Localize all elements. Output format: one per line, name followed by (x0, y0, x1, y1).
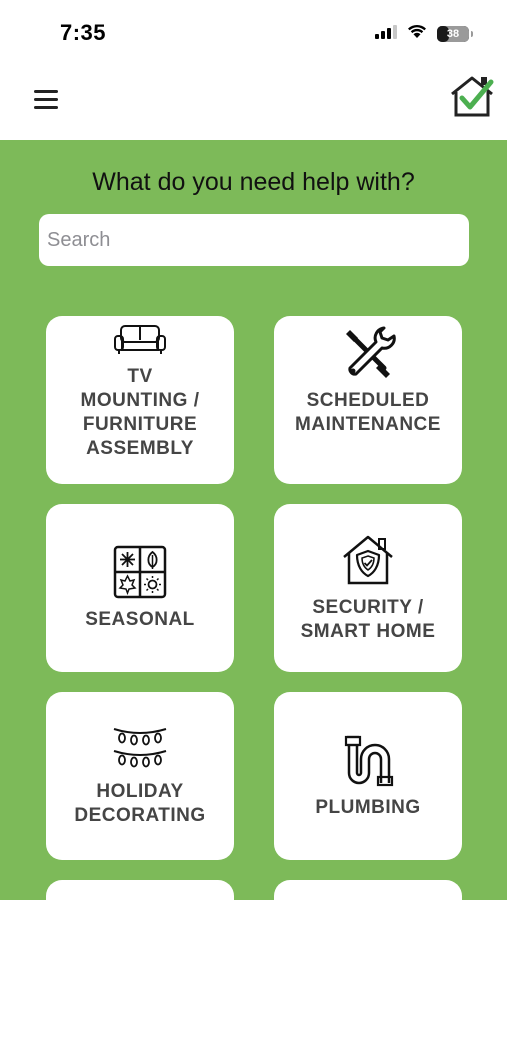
battery-icon: 38 (437, 26, 469, 42)
pipe-icon (341, 733, 395, 792)
category-tile-plumbing[interactable]: PLUMBING (274, 692, 462, 860)
category-tile-seasonal[interactable]: SEASONAL (46, 504, 234, 672)
status-icons: 38 (375, 24, 473, 44)
seasons-grid-icon (113, 545, 167, 604)
hamburger-menu-icon[interactable] (34, 90, 58, 110)
category-label: TV MOUNTING / FURNITURE ASSEMBLY (80, 366, 200, 459)
category-tile-security-smart-home[interactable]: SECURITY / SMART HOME (274, 504, 462, 672)
battery-nub (471, 31, 473, 37)
app-header (0, 62, 507, 140)
string-lights-icon (112, 725, 168, 776)
category-tile-holiday-decorating[interactable]: HOLIDAY DECORATING (46, 692, 234, 860)
search-input[interactable] (39, 214, 469, 266)
category-tile-partial-right[interactable] (274, 880, 462, 1048)
sofa-icon (113, 324, 167, 361)
house-shield-icon (341, 533, 395, 592)
status-time: 7:35 (60, 20, 107, 45)
main-content: What do you need help with? TV MOUNTING … (0, 140, 507, 1048)
category-label: HOLIDAY DECORATING (74, 780, 206, 826)
wifi-icon (407, 24, 427, 44)
category-label: SECURITY / SMART HOME (300, 596, 436, 642)
wrench-screwdriver-icon (340, 324, 396, 385)
category-tile-partial-left[interactable] (46, 880, 234, 1048)
category-label: SEASONAL (85, 608, 195, 630)
cellular-signal-icon (375, 24, 397, 44)
category-tile-tv-mounting[interactable]: TV MOUNTING / FURNITURE ASSEMBLY (46, 316, 234, 484)
category-label: SCHEDULED MAINTENANCE (295, 390, 441, 435)
category-tile-scheduled-maintenance[interactable]: SCHEDULED MAINTENANCE (274, 316, 462, 484)
status-bar: 7:35 38 (0, 0, 507, 62)
page-heading: What do you need help with? (92, 168, 415, 196)
house-checkmark-logo[interactable] (449, 74, 495, 118)
category-label: PLUMBING (315, 796, 421, 818)
battery-level: 38 (446, 28, 460, 40)
